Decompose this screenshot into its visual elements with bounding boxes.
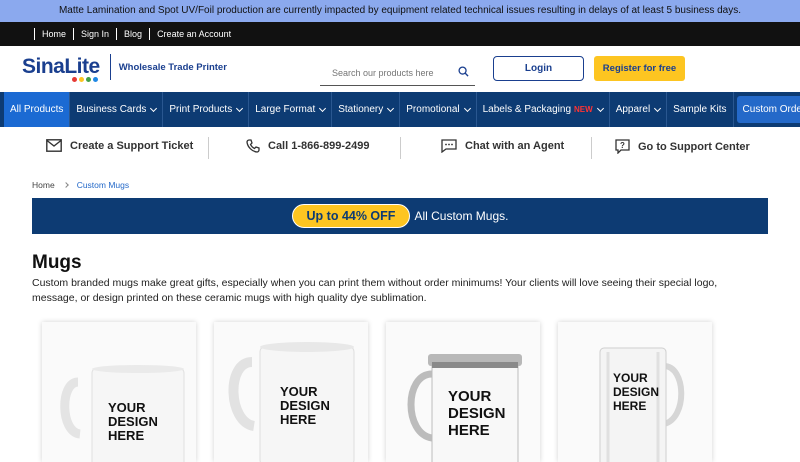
support-call-label: Call 1-866-899-2499 — [268, 140, 370, 152]
logo-dots — [72, 77, 98, 82]
design-line-1: YOUR — [108, 400, 146, 415]
nav-apparel[interactable]: Apparel — [610, 92, 668, 127]
chevron-down-icon — [387, 104, 395, 112]
nav-label: Stationery — [338, 104, 384, 115]
page-title: Mugs — [32, 252, 82, 273]
main-nav: All Products Business Cards Print Produc… — [0, 92, 800, 127]
nav-business-cards[interactable]: Business Cards — [70, 92, 164, 127]
breadcrumb: Home Custom Mugs — [32, 180, 129, 190]
topbar-create-account-link[interactable]: Create an Account — [149, 28, 238, 40]
support-chat-label: Chat with an Agent — [465, 140, 565, 152]
design-line-3: HERE — [280, 412, 316, 427]
breadcrumb-home[interactable]: Home — [32, 180, 55, 190]
support-bar: Create a Support Ticket Call 1-866-899-2… — [0, 127, 800, 171]
nav-label: Custom Order — [742, 104, 800, 115]
design-line-1: YOUR — [448, 388, 492, 405]
header: SinaLite Wholesale Trade Printer Login R… — [0, 46, 800, 92]
mug-image: YOUR DESIGN HERE — [42, 322, 196, 462]
mug-image: YOUR DESIGN HERE — [386, 322, 540, 462]
design-line-3: HERE — [613, 399, 646, 413]
support-center-label: Go to Support Center — [638, 140, 750, 153]
nav-print-products[interactable]: Print Products — [163, 92, 250, 127]
breadcrumb-current[interactable]: Custom Mugs — [77, 180, 129, 190]
product-card-glass-beer-mug[interactable]: YOUR DESIGN HERE — [558, 322, 712, 462]
mug-image: YOUR DESIGN HERE — [558, 322, 712, 462]
chevron-down-icon — [150, 104, 158, 112]
design-line-1: YOUR — [613, 371, 648, 385]
topbar-signin-link[interactable]: Sign In — [73, 28, 116, 40]
page-description: Custom branded mugs make great gifts, es… — [32, 277, 718, 304]
topbar-blog-link[interactable]: Blog — [116, 28, 149, 40]
register-button[interactable]: Register for free — [594, 56, 685, 81]
search-icon[interactable] — [458, 66, 469, 77]
promo-text: All Custom Mugs. — [414, 209, 509, 223]
design-line-2: DESIGN — [280, 398, 330, 413]
nav-promotional[interactable]: Promotional — [400, 92, 477, 127]
chat-icon — [441, 139, 457, 153]
search-input[interactable] — [320, 67, 450, 78]
chevron-right-icon — [62, 182, 69, 188]
product-card-travel-mug[interactable]: YOUR DESIGN HERE — [386, 322, 540, 462]
chevron-down-icon — [463, 104, 471, 112]
support-ticket-label: Create a Support Ticket — [70, 139, 194, 152]
nav-label: Business Cards — [76, 104, 147, 115]
nav-label: Sample Kits — [673, 104, 727, 115]
login-button[interactable]: Login — [493, 56, 584, 81]
alert-banner: Matte Lamination and Spot UV/Foil produc… — [0, 0, 800, 22]
chevron-down-icon — [596, 104, 604, 112]
nav-label: All Products — [10, 104, 64, 115]
chevron-down-icon — [319, 104, 327, 112]
product-card-mug-15oz[interactable]: YOUR DESIGN HERE — [214, 322, 368, 462]
nav-label: Print Products — [169, 104, 233, 115]
nav-label: Apparel — [615, 104, 651, 115]
chevron-down-icon — [654, 104, 662, 112]
search-box — [320, 60, 475, 86]
design-line-2: DESIGN — [613, 385, 659, 399]
nav-label: Large Format — [255, 104, 316, 115]
nav-stationery[interactable]: Stationery — [332, 92, 401, 127]
support-chat-link[interactable]: Chat with an Agent — [441, 139, 564, 153]
phone-icon — [246, 139, 260, 153]
nav-sample-kits[interactable]: Sample Kits — [667, 92, 734, 127]
mug-image: YOUR DESIGN HERE — [214, 322, 368, 462]
chevron-down-icon — [236, 104, 244, 112]
design-line-1: YOUR — [280, 384, 318, 399]
support-ticket-link[interactable]: Create a Support Ticket — [46, 139, 193, 152]
mail-icon — [46, 139, 62, 152]
nav-all-products[interactable]: All Products — [4, 92, 71, 127]
nav-labels-packaging[interactable]: Labels & Packaging NEW — [477, 92, 610, 127]
nav-large-format[interactable]: Large Format — [249, 92, 333, 127]
design-line-3: HERE — [448, 422, 490, 439]
nav-label: Labels & Packaging — [482, 104, 572, 115]
logo-text: SinaLite — [22, 55, 100, 78]
new-badge: NEW — [574, 105, 593, 114]
nav-label: Promotional — [406, 104, 460, 115]
product-card-mug-11oz[interactable]: YOUR DESIGN HERE — [42, 322, 196, 462]
discount-badge: Up to 44% OFF — [291, 204, 411, 228]
topbar-home-link[interactable]: Home — [34, 28, 73, 40]
help-icon: ? — [615, 139, 630, 154]
support-call-link[interactable]: Call 1-866-899-2499 — [246, 139, 370, 153]
nav-custom-order[interactable]: Custom Order — [736, 96, 800, 123]
promo-banner[interactable]: Up to 44% OFF All Custom Mugs. — [32, 198, 768, 234]
top-bar: Home Sign In Blog Create an Account — [0, 22, 800, 46]
design-line-2: DESIGN — [108, 414, 158, 429]
svg-text:?: ? — [620, 141, 625, 150]
logo-tagline: Wholesale Trade Printer — [118, 61, 227, 73]
logo[interactable]: SinaLite Wholesale Trade Printer — [22, 54, 227, 82]
support-center-link[interactable]: ? Go to Support Center — [615, 139, 750, 154]
design-line-2: DESIGN — [448, 405, 506, 422]
design-line-3: HERE — [108, 428, 144, 443]
